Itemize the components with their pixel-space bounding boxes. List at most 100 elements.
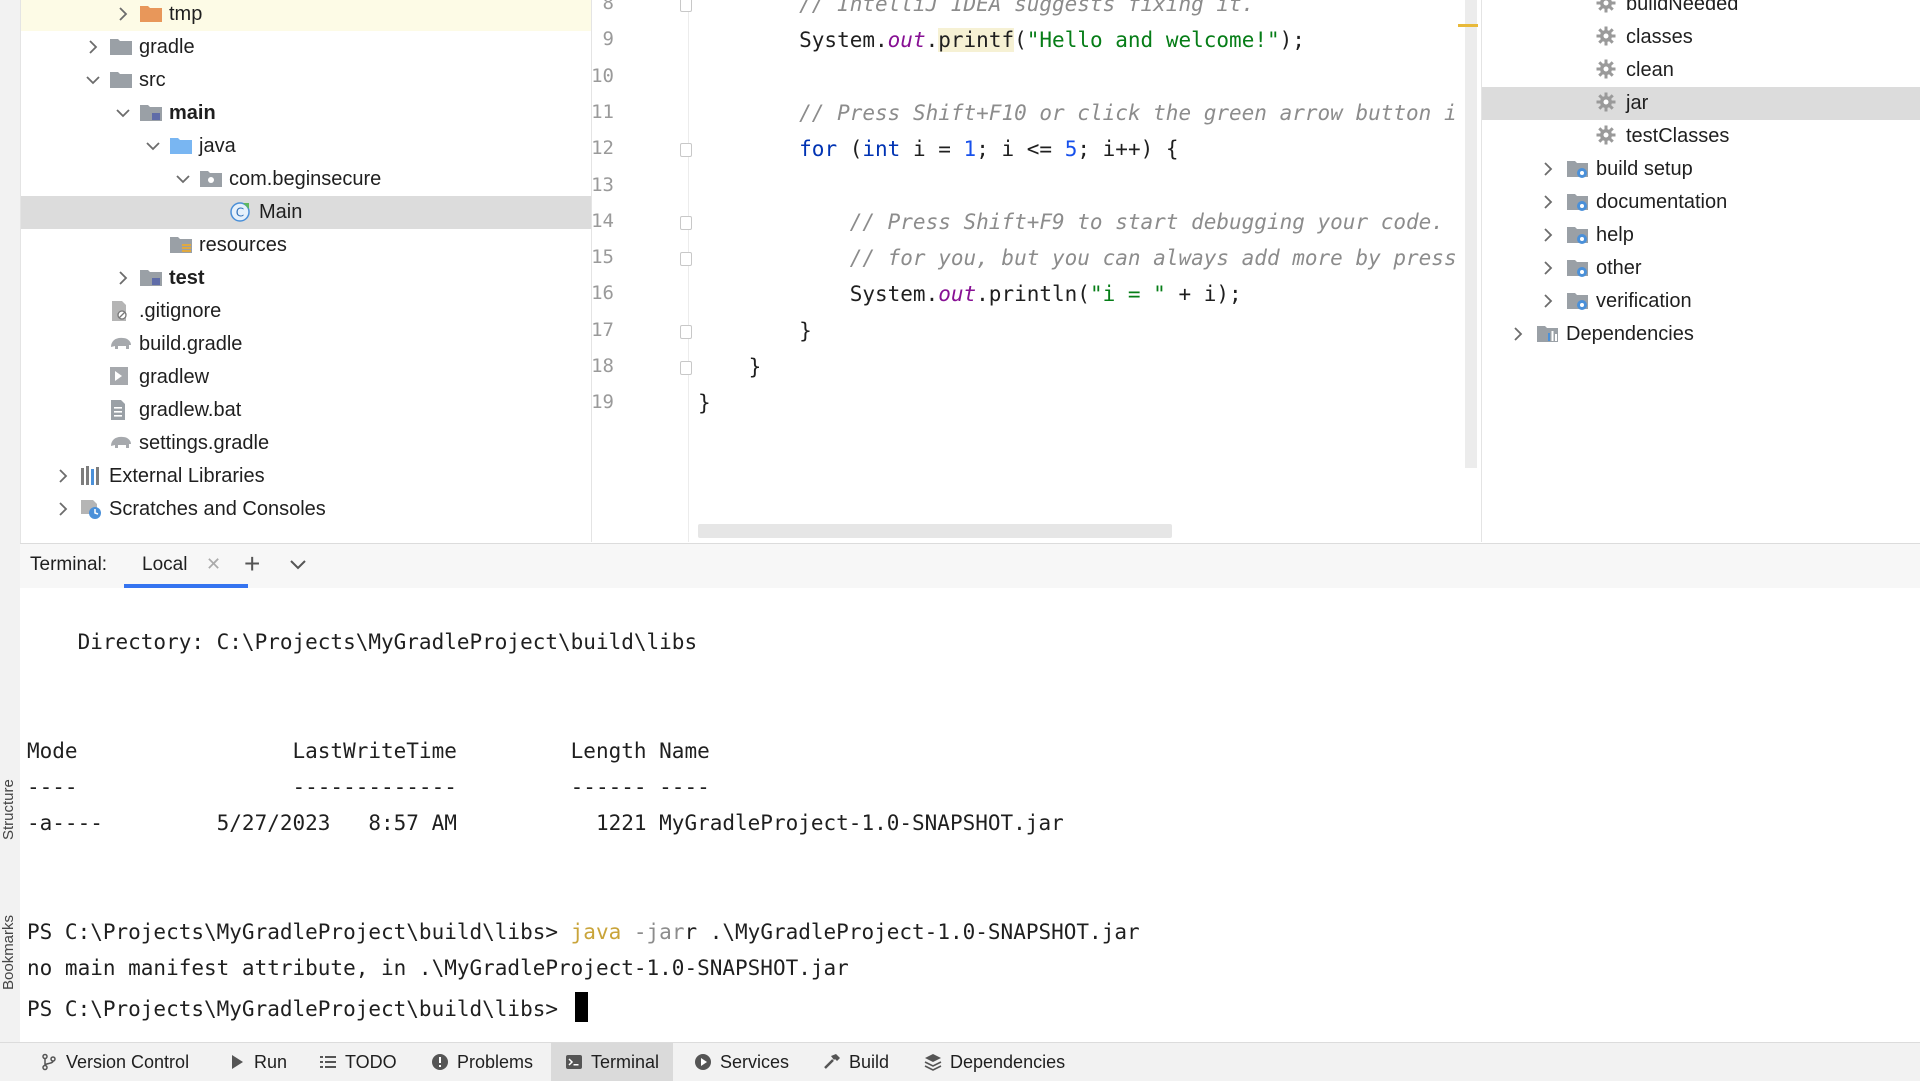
code-line[interactable]: // for you, but you can always add more …	[698, 246, 1457, 270]
chevron-right-icon[interactable]	[115, 270, 131, 286]
chevron-down-icon[interactable]	[115, 105, 131, 121]
dependencies-icon	[924, 1053, 942, 1071]
tool-button-services[interactable]: Services	[688, 1043, 795, 1081]
chevron-down-icon[interactable]	[175, 171, 191, 187]
fold-marker-icon[interactable]	[680, 143, 692, 157]
module-folder-icon	[139, 102, 163, 124]
project-tree-label: java	[199, 135, 236, 158]
project-tree-item[interactable]: main	[21, 97, 591, 130]
tool-button-dependencies[interactable]: Dependencies	[918, 1043, 1071, 1081]
code-line[interactable]: System.out.printf("Hello and welcome!");	[698, 28, 1305, 52]
resources-folder-icon	[169, 234, 193, 256]
tool-button-run[interactable]: Run	[222, 1043, 293, 1081]
chevron-right-icon[interactable]	[1540, 293, 1556, 309]
project-tree-item[interactable]: test	[21, 262, 591, 295]
task-group-icon	[1566, 224, 1590, 246]
tool-button-label: Build	[849, 1052, 889, 1073]
fold-marker-icon[interactable]	[680, 252, 692, 266]
fold-marker-icon[interactable]	[680, 0, 692, 12]
gradle-task-item[interactable]: build setup	[1482, 153, 1920, 186]
tool-button-label: Version Control	[66, 1052, 189, 1073]
chevron-right-icon[interactable]	[115, 6, 131, 22]
chevron-down-icon[interactable]	[85, 72, 101, 88]
project-tree-item[interactable]: Scratches and Consoles	[21, 493, 591, 526]
tool-button-problems[interactable]: Problems	[425, 1043, 539, 1081]
project-tree-item[interactable]: java	[21, 130, 591, 163]
project-tree-item[interactable]: gradlew	[21, 361, 591, 394]
close-icon[interactable]: ✕	[206, 554, 221, 575]
chevron-down-icon[interactable]	[145, 138, 161, 154]
gradle-task-item[interactable]: Dependencies	[1482, 318, 1920, 351]
chevron-right-icon[interactable]	[55, 501, 71, 517]
code-line[interactable]: }	[698, 355, 761, 379]
terminal-icon	[565, 1053, 583, 1071]
gradle-task-item[interactable]: clean	[1482, 54, 1920, 87]
gradle-tasks-panel: buildNeeded classes clean jartestClassesbui…	[1481, 0, 1920, 542]
gradle-task-item[interactable]: documentation	[1482, 186, 1920, 219]
gradle-task-item[interactable]: other	[1482, 252, 1920, 285]
chevron-right-icon[interactable]	[1540, 161, 1556, 177]
chevron-right-icon[interactable]	[1540, 194, 1556, 210]
gradle-task-item[interactable]: buildNeeded	[1482, 0, 1920, 21]
project-tree-item[interactable]: tmp	[21, 0, 591, 31]
gradle-task-label: classes	[1626, 26, 1693, 49]
project-tree-item[interactable]: CMain	[21, 196, 591, 229]
code-line[interactable]: // Press Shift+F10 or click the green ar…	[698, 101, 1457, 125]
problems-icon	[431, 1053, 449, 1071]
editor-horizontal-scrollbar[interactable]	[698, 524, 1172, 538]
chevron-right-icon[interactable]	[1510, 326, 1526, 342]
project-tree-label: gradlew.bat	[139, 399, 241, 422]
gradle-task-item[interactable]: help	[1482, 219, 1920, 252]
warning-stripe-marker[interactable]	[1458, 24, 1478, 27]
gradle-elephant-icon	[109, 333, 133, 355]
project-tree-label: tmp	[169, 3, 202, 26]
bookmarks-tool-tab[interactable]: Bookmarks	[0, 900, 21, 1030]
project-tree-item[interactable]: External Libraries	[21, 460, 591, 493]
gradle-task-label: verification	[1596, 290, 1692, 313]
tool-button-terminal[interactable]: Terminal	[551, 1043, 673, 1081]
code-line[interactable]: // Press Shift+F9 to start debugging you…	[698, 210, 1444, 234]
editor-vertical-scrollbar[interactable]	[1465, 0, 1477, 468]
gradle-task-item[interactable]: verification	[1482, 285, 1920, 318]
terminal-tab-local[interactable]: Local ✕	[124, 544, 248, 588]
fold-marker-icon[interactable]	[680, 216, 692, 230]
code-editor[interactable]: 8910111213141516171819 // IntelliJ IDEA …	[592, 0, 1480, 542]
gradle-task-item[interactable]: testClasses	[1482, 120, 1920, 153]
chevron-right-icon[interactable]	[55, 468, 71, 484]
project-tree-item[interactable]: gradle	[21, 31, 591, 64]
chevron-down-icon[interactable]	[288, 554, 308, 579]
project-tree-item[interactable]: src	[21, 64, 591, 97]
tool-button-todo[interactable]: TODO	[313, 1043, 403, 1081]
code-line[interactable]: // IntelliJ IDEA suggests fixing it.	[698, 0, 1254, 16]
fold-marker-icon[interactable]	[680, 361, 692, 375]
code-line[interactable]: }	[698, 391, 711, 415]
code-line[interactable]: }	[698, 319, 812, 343]
gradle-task-item[interactable]: classes	[1482, 21, 1920, 54]
project-tree-item[interactable]: build.gradle	[21, 328, 591, 361]
gradle-task-label: clean	[1626, 59, 1674, 82]
tool-button-build[interactable]: Build	[817, 1043, 895, 1081]
chevron-right-icon[interactable]	[1540, 260, 1556, 276]
gradle-task-label: Dependencies	[1566, 323, 1694, 346]
code-line[interactable]: System.out.println("i = " + i);	[698, 282, 1242, 306]
project-tree-item[interactable]: com.beginsecure	[21, 163, 591, 196]
add-terminal-icon[interactable]: +	[244, 548, 260, 580]
project-tree-item[interactable]: resources	[21, 229, 591, 262]
folder-orange-icon	[139, 3, 163, 25]
fold-marker-icon[interactable]	[680, 325, 692, 339]
code-line[interactable]: for (int i = 1; i <= 5; i++) {	[698, 137, 1179, 161]
project-tree-panel: tmp gradlesrcmain java com.beginsecureCMain…	[21, 0, 592, 542]
structure-tab-label: Structure	[0, 779, 17, 840]
chevron-right-icon[interactable]	[85, 39, 101, 55]
project-tree-item[interactable]: .gitignore	[21, 295, 591, 328]
project-tree-item[interactable]: gradlew.bat	[21, 394, 591, 427]
line-number: 17	[592, 319, 614, 341]
project-tree-label: resources	[199, 234, 287, 257]
gradle-task-item[interactable]: jar	[1482, 87, 1920, 120]
java-class-icon: C	[229, 201, 253, 223]
chevron-right-icon[interactable]	[1540, 227, 1556, 243]
tool-button-version-control[interactable]: Version Control	[34, 1043, 195, 1081]
task-group-icon	[1566, 158, 1590, 180]
terminal-output[interactable]: Directory: C:\Projects\MyGradleProject\b…	[20, 588, 1920, 1042]
project-tree-item[interactable]: settings.gradle	[21, 427, 591, 460]
